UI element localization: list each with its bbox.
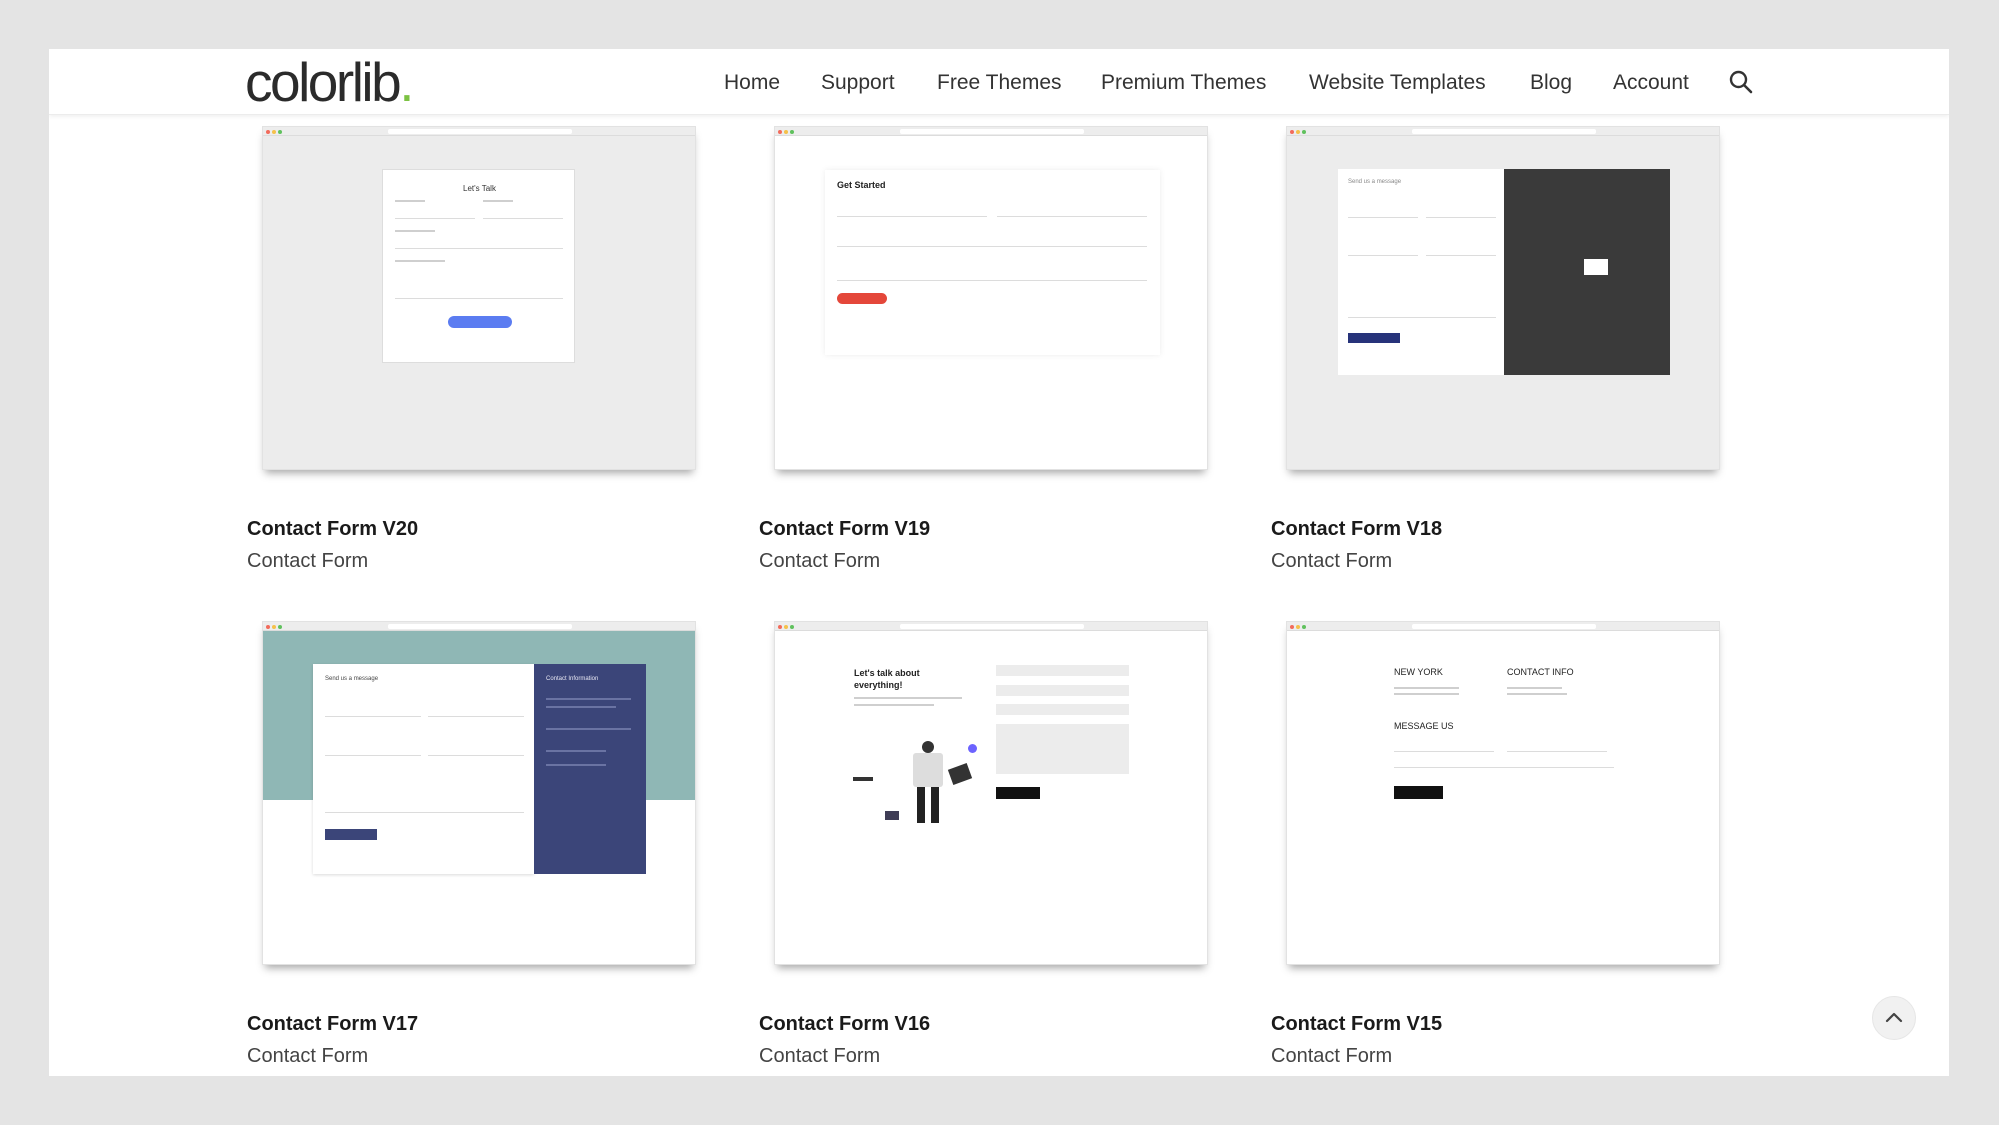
template-card[interactable]: Send us a message Contact Information Co… (247, 621, 696, 1076)
browser-page: colorlib. Home Support Free Themes Premi… (49, 49, 1949, 1076)
main-nav: Home Support Free Themes Premium Themes … (49, 71, 1949, 95)
template-thumbnail[interactable]: Let's talk about everything! (774, 621, 1208, 965)
preview-heading-2: everything! (854, 680, 903, 690)
template-card[interactable]: Send us a message Contact Form V18 Conta… (1271, 126, 1720, 586)
preview-browser-bar (1287, 622, 1719, 631)
template-thumbnail[interactable]: Send us a message (1286, 126, 1720, 470)
card-category[interactable]: Contact Form (247, 1045, 368, 1068)
preview-col2: CONTACT INFO (1507, 667, 1574, 677)
preview-panel-heading: Contact Information (546, 676, 599, 682)
template-thumbnail[interactable]: Send us a message Contact Information (262, 621, 696, 965)
card-title[interactable]: Contact Form V18 (1271, 518, 1442, 541)
nav-account[interactable]: Account (1613, 71, 1689, 95)
template-thumbnail[interactable]: NEW YORK CONTACT INFO MESSAGE US (1286, 621, 1720, 965)
preview-heading: Send us a message (1348, 179, 1402, 185)
site-header: colorlib. Home Support Free Themes Premi… (49, 49, 1949, 115)
template-card[interactable]: Get Started Contact Form V19 Contact For… (759, 126, 1208, 586)
preview-browser-bar (263, 127, 695, 136)
preview-col1: NEW YORK (1394, 667, 1443, 677)
template-card[interactable]: Let's Talk Contact Form V20 Contact Form (247, 126, 696, 586)
card-category[interactable]: Contact Form (247, 550, 368, 573)
preview-heading: Send us a message (325, 676, 379, 682)
card-category[interactable]: Contact Form (1271, 550, 1392, 573)
template-card[interactable]: NEW YORK CONTACT INFO MESSAGE US Contact… (1271, 621, 1720, 1076)
card-title[interactable]: Contact Form V19 (759, 518, 930, 541)
preview-section: MESSAGE US (1394, 721, 1454, 731)
template-thumbnail[interactable]: Get Started (774, 126, 1208, 470)
card-category[interactable]: Contact Form (1271, 1045, 1392, 1068)
nav-support[interactable]: Support (821, 71, 895, 95)
preview-browser-bar (775, 127, 1207, 136)
card-category[interactable]: Contact Form (759, 550, 880, 573)
nav-blog[interactable]: Blog (1530, 71, 1572, 95)
scroll-to-top-button[interactable] (1872, 996, 1916, 1040)
card-title[interactable]: Contact Form V16 (759, 1013, 930, 1036)
nav-home[interactable]: Home (724, 71, 780, 95)
template-thumbnail[interactable]: Let's Talk (262, 126, 696, 470)
search-icon[interactable] (1728, 69, 1754, 95)
preview-heading: Let's Talk (463, 184, 496, 193)
preview-browser-bar (775, 622, 1207, 631)
chevron-up-icon (1885, 1012, 1903, 1023)
nav-premium-themes[interactable]: Premium Themes (1101, 71, 1266, 95)
card-title[interactable]: Contact Form V17 (247, 1013, 418, 1036)
card-title[interactable]: Contact Form V20 (247, 518, 418, 541)
preview-heading: Get Started (837, 180, 886, 190)
card-title[interactable]: Contact Form V15 (1271, 1013, 1442, 1036)
nav-website-templates[interactable]: Website Templates (1309, 71, 1486, 95)
nav-free-themes[interactable]: Free Themes (937, 71, 1062, 95)
card-category[interactable]: Contact Form (759, 1045, 880, 1068)
template-card[interactable]: Let's talk about everything! Contact For… (759, 621, 1208, 1076)
preview-heading: Let's talk about (854, 668, 920, 678)
preview-browser-bar (1287, 127, 1719, 136)
preview-browser-bar (263, 622, 695, 631)
